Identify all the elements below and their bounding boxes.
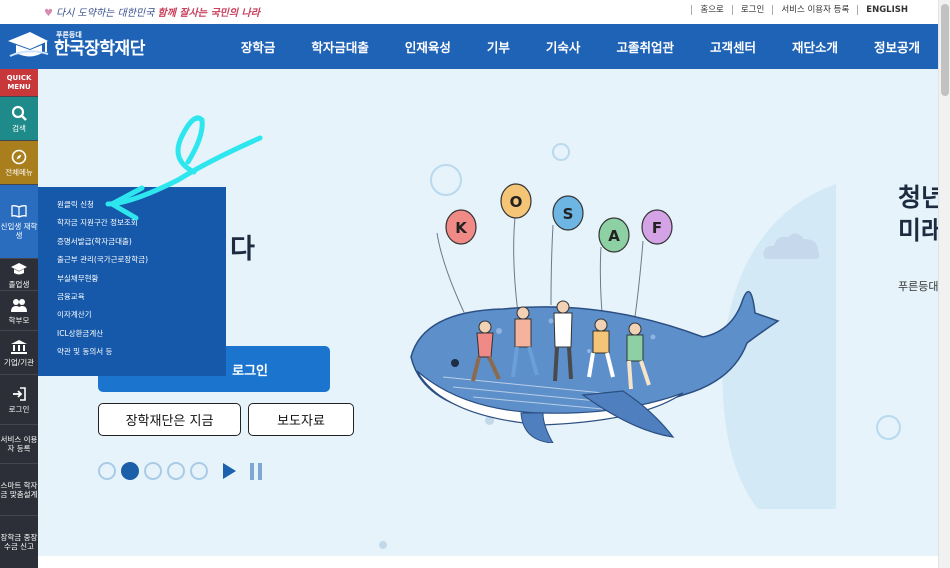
- graduation-cap-icon: [11, 262, 27, 274]
- quick-smart-design[interactable]: 스마트 학자금 맞춤설계: [0, 464, 38, 516]
- submenu-interest-calculator[interactable]: 이자계산기: [57, 310, 226, 328]
- quick-all-menu[interactable]: 전체메뉴: [0, 141, 38, 185]
- whale-illustration: K O S A F: [410, 183, 780, 443]
- nav-customer-center[interactable]: 고객센터: [692, 37, 774, 56]
- quick-corporation[interactable]: 기업/기관: [0, 331, 38, 375]
- login-link[interactable]: 로그인: [731, 5, 772, 15]
- nav-dormitory[interactable]: 기숙사: [528, 37, 599, 56]
- nav-talent[interactable]: 인재육성: [387, 37, 469, 56]
- kosaf-logo[interactable]: 푸른등대 한국장학재단: [6, 28, 145, 62]
- book-icon: [11, 205, 27, 218]
- quick-service-register[interactable]: 서비스 이용자 등록: [0, 425, 38, 464]
- slide-dot-2[interactable]: [121, 462, 139, 480]
- slide-dot-3[interactable]: [144, 462, 162, 480]
- nav-disclosure[interactable]: 정보공개: [856, 37, 920, 56]
- kosaf-now-button[interactable]: 장학재단은 지금: [98, 403, 241, 436]
- slide-dot-4[interactable]: [167, 462, 185, 480]
- bank-icon: [11, 339, 27, 354]
- page-scrollbar[interactable]: [938, 0, 950, 568]
- english-link[interactable]: ENGLISH: [857, 5, 916, 15]
- balloon-letter-s: S: [563, 205, 574, 223]
- submenu-bad-debt[interactable]: 부실채무현황: [57, 274, 226, 292]
- quick-report[interactable]: 장학금 중장수금 신고: [0, 516, 38, 568]
- main-navigation: 푸른등대 한국장학재단 장학금 학자금대출 인재육성 기부 기숙사 고졸취업관 …: [0, 24, 938, 69]
- brand-tagline: 푸른등대: [56, 31, 82, 39]
- quick-menu-header: QUICK MENU: [0, 69, 38, 97]
- utility-links: 홈으로 로그인 서비스 이용자 등록 ENGLISH: [691, 5, 916, 15]
- gnb-menu: 장학금 학자금대출 인재육성 기부 기숙사 고졸취업관 고객센터 재단소개 정보…: [223, 24, 920, 69]
- right-slide-subtitle: 푸른등대: [898, 280, 938, 293]
- nav-donation[interactable]: 기부: [469, 37, 528, 56]
- nav-about[interactable]: 재단소개: [774, 37, 856, 56]
- content-area: [38, 556, 938, 568]
- quick-login[interactable]: 로그인: [0, 375, 38, 425]
- quick-freshman[interactable]: 신입생 재학생: [0, 185, 38, 259]
- submenu-terms[interactable]: 약관 및 동의서 등: [57, 347, 226, 365]
- balloon-letter-a: A: [608, 227, 620, 245]
- heart-icon: ♥: [44, 8, 53, 19]
- top-utility-bar: ♥ 다시 도약하는 대한민국 함께 잘사는 국민의 나라 홈으로 로그인 서비스 …: [0, 0, 938, 24]
- quick-parent[interactable]: 학부모: [0, 291, 38, 331]
- government-slogan: ♥ 다시 도약하는 대한민국 함께 잘사는 국민의 나라: [44, 8, 260, 19]
- scrollbar-thumb[interactable]: [941, 4, 949, 96]
- slogan-emphasis: 함께 잘사는 국민의 나라: [157, 8, 260, 19]
- annotation-arrow: [105, 115, 263, 221]
- press-release-button[interactable]: 보도자료: [248, 403, 354, 436]
- nav-scholarship[interactable]: 장학금: [223, 37, 294, 56]
- submenu-certificate[interactable]: 증명서발급(학자금대출): [57, 237, 226, 255]
- people-icon: [11, 298, 27, 312]
- quick-graduate[interactable]: 졸업생: [0, 259, 38, 291]
- graduation-cap-icon: [8, 32, 49, 57]
- login-icon: [13, 386, 26, 401]
- slide-dot-5[interactable]: [190, 462, 208, 480]
- right-slide-title: 청년 미래: [898, 183, 938, 245]
- nav-employment[interactable]: 고졸취업관: [598, 37, 692, 56]
- hero-title: 다: [230, 234, 255, 265]
- deco-ring: [552, 143, 570, 161]
- slide-dot-1[interactable]: [98, 462, 116, 480]
- home-link[interactable]: 홈으로: [691, 5, 731, 15]
- brand-name: 한국장학재단: [54, 39, 145, 59]
- deco-ring: [876, 415, 901, 440]
- balloon-letter-o: O: [510, 193, 523, 211]
- service-register-link[interactable]: 서비스 이용자 등록: [772, 5, 857, 15]
- quick-search[interactable]: 검색: [0, 97, 38, 141]
- nav-student-loan[interactable]: 학자금대출: [293, 37, 387, 56]
- quick-menu-bar: QUICK MENU 검색 전체메뉴 신입생 재학생 졸업생 학부모 기업/기관…: [0, 69, 38, 568]
- balloon-letter-k: K: [455, 219, 468, 237]
- pause-icon[interactable]: [250, 462, 262, 480]
- submenu-icl-calculator[interactable]: ICL상환금계산: [57, 329, 226, 347]
- balloon-letter-f: F: [652, 219, 662, 237]
- submenu-attendance[interactable]: 출근부 관리(국가근로장학금): [57, 255, 226, 273]
- submenu-finance-education[interactable]: 금융교육: [57, 292, 226, 310]
- slider-controls: [98, 462, 262, 480]
- play-icon[interactable]: [223, 463, 236, 479]
- deco-dot: [379, 541, 387, 549]
- compass-icon: [11, 149, 27, 164]
- search-icon: [11, 105, 27, 121]
